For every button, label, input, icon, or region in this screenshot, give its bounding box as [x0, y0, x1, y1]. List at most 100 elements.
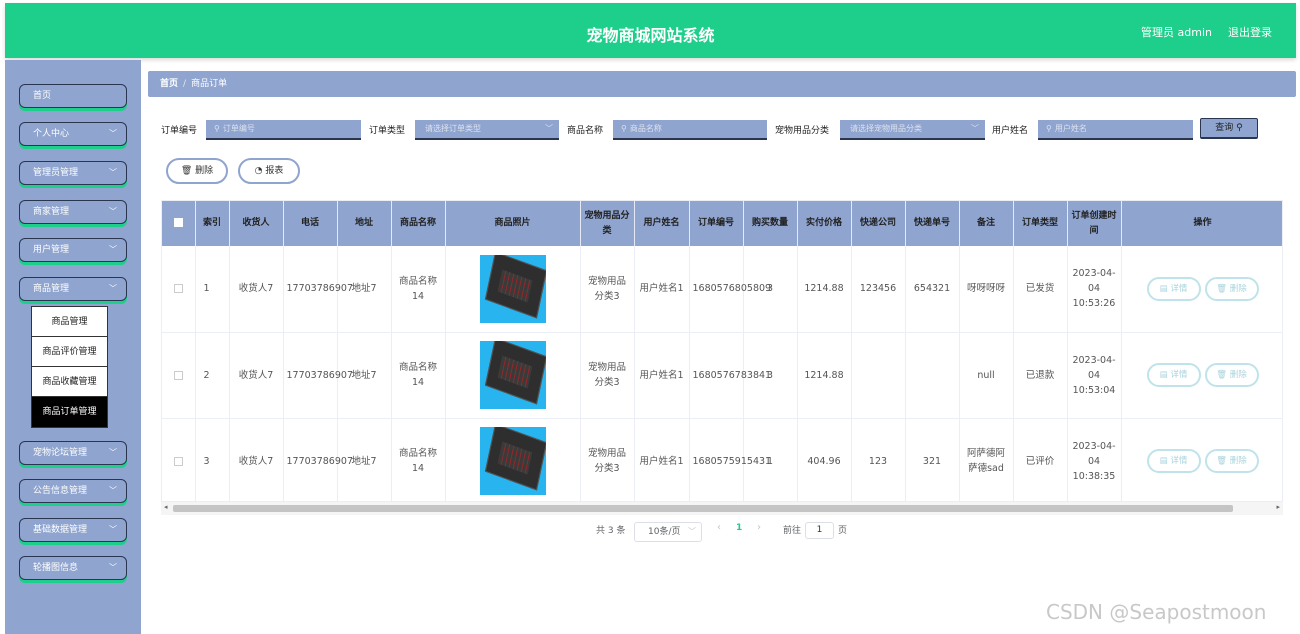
- scroll-left-icon[interactable]: ◂: [164, 503, 168, 511]
- logout-link[interactable]: 退出登录: [1228, 24, 1272, 40]
- sidebar-item-basic-data[interactable]: 基础数据管理 ﹀: [19, 518, 127, 542]
- column-header: 收货人: [229, 201, 284, 246]
- detail-label: 详情: [1170, 283, 1188, 294]
- order-type-placeholder: 请选择订单类型: [425, 124, 481, 133]
- trash-icon: 🗑: [1216, 370, 1228, 380]
- submenu-item-products[interactable]: 商品管理: [32, 307, 107, 337]
- row-delete-button[interactable]: 🗑 删除: [1204, 449, 1259, 473]
- detail-button[interactable]: ▤ 详情: [1146, 276, 1201, 301]
- goto-page-input[interactable]: 1: [805, 522, 834, 539]
- column-header: 商品名称: [391, 201, 446, 246]
- bulk-delete-button[interactable]: 🗑 删除: [166, 158, 228, 184]
- row-delete-button[interactable]: 🗑 删除: [1204, 363, 1259, 387]
- submenu-item-orders[interactable]: 商品订单管理: [32, 397, 107, 427]
- row-checkbox[interactable]: [173, 370, 183, 380]
- page-size-select[interactable]: 10条/页 ﹀: [634, 522, 702, 542]
- horizontal-scrollbar[interactable]: ◂ ▸: [161, 502, 1283, 515]
- cell-receiver: 收货人7: [229, 418, 284, 501]
- cell-courier: 123456: [851, 246, 906, 333]
- cell-tracking: [905, 332, 960, 419]
- query-label: 查询: [1215, 123, 1234, 133]
- detail-button[interactable]: ▤ 详情: [1146, 363, 1201, 387]
- cell-order-no: 1680575915431: [689, 418, 771, 501]
- detail-button[interactable]: ▤ 详情: [1146, 449, 1201, 473]
- cell-product: 商品名称14: [391, 246, 446, 333]
- product-name-input[interactable]: ⚲ 商品名称: [613, 120, 767, 140]
- chevron-down-icon: ﹀: [109, 486, 117, 495]
- breadcrumb-home[interactable]: 首页: [160, 79, 178, 89]
- report-button[interactable]: ◔ 报表: [238, 158, 300, 184]
- breadcrumb: 首页 / 商品订单: [148, 71, 1296, 97]
- column-header: 快递单号: [905, 201, 960, 246]
- category-select[interactable]: 请选择宠物用品分类 ﹀: [840, 120, 985, 140]
- column-header: 快递公司: [851, 201, 906, 246]
- cell-index: 2: [195, 332, 230, 419]
- cell-actions: ▤ 详情 🗑 删除: [1121, 332, 1282, 419]
- search-icon: ⚲: [1046, 124, 1052, 133]
- sidebar-item-carousel[interactable]: 轮播图信息 ﹀: [19, 556, 127, 580]
- column-header: 地址: [337, 201, 392, 246]
- prev-page-icon[interactable]: ‹: [717, 522, 721, 533]
- row-select-cell: [162, 246, 196, 333]
- report-label: 报表: [265, 166, 284, 176]
- sidebar-item-label: 商家管理: [33, 207, 70, 217]
- column-header: 实付价格: [797, 201, 852, 246]
- document-icon: ▤: [1159, 370, 1168, 380]
- select-all-checkbox[interactable]: [173, 218, 183, 227]
- row-checkbox[interactable]: [173, 456, 183, 466]
- column-header: 操作: [1121, 201, 1282, 246]
- column-header: 订单类型: [1013, 201, 1068, 246]
- submenu-item-reviews[interactable]: 商品评价管理: [32, 337, 107, 367]
- cell-price: 404.96: [797, 418, 852, 501]
- chevron-down-icon: ﹀: [109, 129, 117, 138]
- product-name-placeholder: 商品名称: [629, 124, 662, 133]
- table-row: 3 收货人7 17703786907 地址7 商品名称14 宠物用品分类3 用户…: [162, 418, 1282, 501]
- breadcrumb-current: 商品订单: [191, 79, 228, 89]
- sidebar-item-products[interactable]: 商品管理 ﹀: [19, 277, 127, 301]
- trash-icon: 🗑: [1216, 283, 1228, 294]
- username-input[interactable]: ⚲ 用户姓名: [1038, 120, 1193, 140]
- row-delete-button[interactable]: 🗑 删除: [1204, 276, 1259, 301]
- cell-actions: ▤ 详情 🗑 删除: [1121, 246, 1282, 333]
- top-header: 宠物商城网站系统 管理员 admin 退出登录: [5, 3, 1296, 58]
- sidebar-item-admin[interactable]: 管理员管理 ﹀: [19, 161, 127, 185]
- order-no-input[interactable]: ⚲ 订单编号: [206, 120, 361, 140]
- scroll-right-icon[interactable]: ▸: [1276, 503, 1280, 511]
- sidebar-item-merchant[interactable]: 商家管理 ﹀: [19, 200, 127, 224]
- document-icon: ▤: [1159, 456, 1168, 466]
- sidebar-item-profile[interactable]: 个人中心 ﹀: [19, 122, 127, 146]
- next-page-icon[interactable]: ›: [757, 522, 761, 533]
- sidebar-item-label: 基础数据管理: [33, 525, 88, 535]
- cell-type: 已发货: [1013, 246, 1068, 333]
- cell-order-no: 1680576805809: [689, 246, 771, 333]
- orders-table: 索引 收货人 电话 地址 商品名称 商品照片 宠物用品分类 用户姓名 订单编号 …: [161, 200, 1283, 502]
- sidebar-item-notice[interactable]: 公告信息管理 ﹀: [19, 479, 127, 503]
- page-size-value: 10条/页: [648, 527, 681, 537]
- scrollbar-thumb[interactable]: [173, 505, 1233, 512]
- sidebar-item-label: 个人中心: [33, 129, 70, 139]
- row-checkbox[interactable]: [173, 284, 183, 294]
- sidebar-item-home[interactable]: 首页: [19, 84, 127, 108]
- cell-receiver: 收货人7: [229, 332, 284, 419]
- order-no-label: 订单编号: [161, 126, 198, 136]
- products-submenu: 商品管理 商品评价管理 商品收藏管理 商品订单管理: [31, 306, 108, 428]
- sidebar-item-forum[interactable]: 宠物论坛管理 ﹀: [19, 441, 127, 465]
- sidebar-item-users[interactable]: 用户管理 ﹀: [19, 238, 127, 262]
- order-type-select[interactable]: 请选择订单类型 ﹀: [415, 120, 559, 140]
- column-header: 商品照片: [445, 201, 581, 246]
- chevron-down-icon: ﹀: [109, 168, 117, 177]
- page-number-current[interactable]: 1: [736, 523, 742, 533]
- watermark: CSDN @Seapostmoon: [1046, 600, 1267, 624]
- cell-phone: 17703786907: [283, 418, 353, 501]
- cell-product: 商品名称14: [391, 418, 446, 501]
- query-button[interactable]: 查询 ⚲: [1200, 118, 1258, 139]
- product-photo: [479, 427, 546, 495]
- row-delete-label: 删除: [1229, 283, 1247, 294]
- search-icon: ⚲: [214, 124, 220, 133]
- admin-user-label: 管理员 admin: [1141, 26, 1212, 39]
- cell-created: 2023-04-04 10:38:35: [1067, 418, 1122, 501]
- pie-chart-icon: ◔: [254, 166, 263, 176]
- submenu-item-favorites[interactable]: 商品收藏管理: [32, 367, 107, 397]
- chevron-down-icon: ﹀: [109, 245, 117, 254]
- row-select-cell: [162, 418, 196, 501]
